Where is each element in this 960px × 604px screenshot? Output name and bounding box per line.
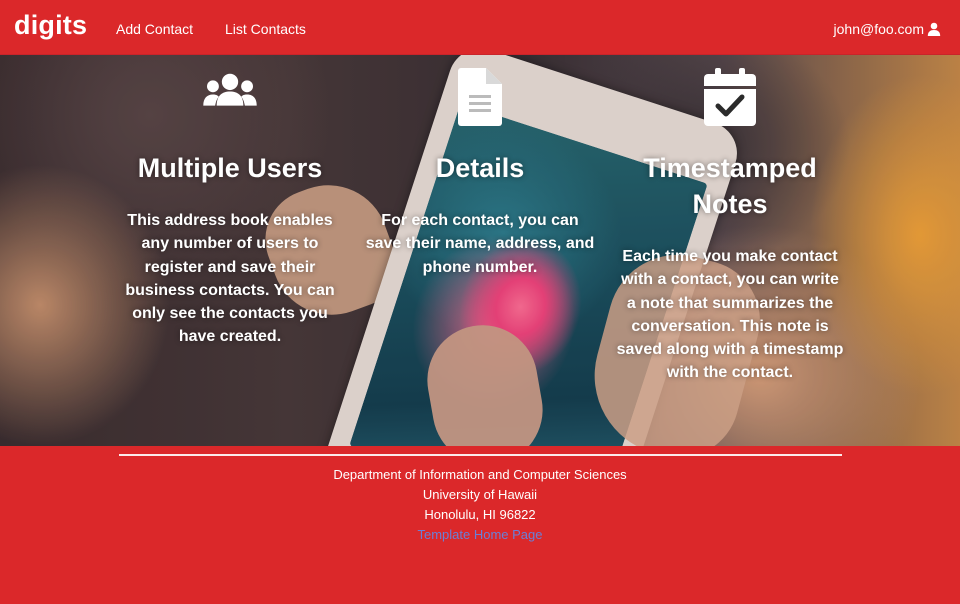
feature-details: Details For each contact, you can save t… [365, 55, 595, 276]
template-home-page-link[interactable]: Template Home Page [417, 527, 542, 542]
landing-hero: Multiple Users This address book enables… [0, 55, 960, 446]
footer-university: University of Hawaii [422, 487, 538, 502]
footer-city: Honolulu, HI 96822 [424, 507, 536, 522]
list-contacts-link[interactable]: List Contacts [225, 21, 306, 37]
calendar-check-icon [704, 68, 756, 126]
feature-title: Multiple Users [137, 153, 323, 183]
feature-description: This address book enables any number of … [125, 212, 335, 346]
user-icon [927, 22, 941, 36]
brand-logo[interactable]: digits [14, 10, 87, 41]
users-icon [203, 73, 257, 106]
footer-department: Department of Information and Computer S… [333, 467, 627, 482]
user-email: john@foo.com [833, 21, 924, 37]
footer-address: Department of Information and Computer S… [0, 465, 960, 545]
top-navbar: digits Add Contact List Contacts john@fo… [0, 0, 960, 55]
add-contact-link[interactable]: Add Contact [116, 21, 193, 37]
feature-title: Details [435, 153, 525, 183]
feature-multiple-users: Multiple Users This address book enables… [115, 55, 345, 345]
feature-description: For each contact, you can save their nam… [365, 212, 595, 276]
user-menu[interactable]: john@foo.com [834, 21, 941, 37]
file-text-icon [458, 68, 502, 126]
feature-title: Timestamped Notes [643, 153, 817, 219]
feature-timestamped-notes: Timestamped Notes Each time you make con… [615, 55, 845, 381]
footer-divider [119, 454, 842, 456]
feature-description: Each time you make contact with a contac… [616, 248, 844, 382]
page-footer: Department of Information and Computer S… [0, 446, 960, 604]
